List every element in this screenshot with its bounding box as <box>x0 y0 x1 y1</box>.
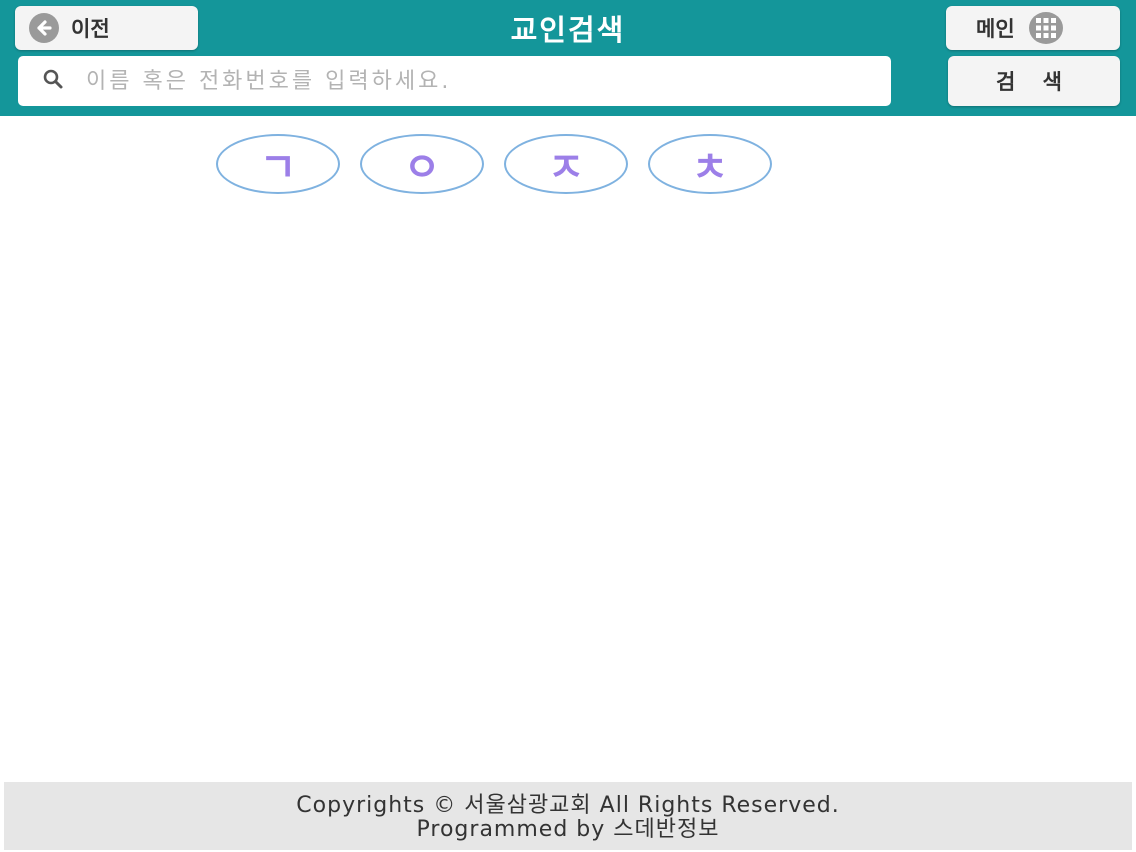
footer: Copyrights © 서울삼광교회 All Rights Reserved.… <box>4 782 1132 850</box>
consonant-button-ieung[interactable]: ㅇ <box>360 134 484 194</box>
consonant-button-jieut[interactable]: ㅈ <box>504 134 628 194</box>
search-icon <box>42 68 64 94</box>
consonant-filter: ㄱ ㅇ ㅈ ㅊ <box>216 134 772 194</box>
main-button[interactable]: 메인 <box>946 6 1120 50</box>
header: 이전 교인검색 메인 이름 혹은 전화번호를 입력하세요. 검 색 <box>0 0 1136 116</box>
copyright-text: Copyrights © 서울삼광교회 All Rights Reserved. <box>296 793 840 818</box>
grid-icon <box>1028 12 1063 44</box>
search-box <box>18 56 891 106</box>
search-button[interactable]: 검 색 <box>948 56 1120 106</box>
page-title: 교인검색 <box>510 13 626 47</box>
page: 이전 교인검색 메인 이름 혹은 전화번호를 입력하세요. 검 색 ㄱ ㅇ ㅈ … <box>0 0 1136 852</box>
main-button-label: 메인 <box>976 17 1015 41</box>
programmed-by-text: Programmed by 스데반정보 <box>416 817 720 842</box>
search-input[interactable] <box>84 60 891 102</box>
arrow-left-icon <box>29 13 59 43</box>
back-button[interactable]: 이전 <box>15 6 198 50</box>
back-button-label: 이전 <box>71 17 110 41</box>
consonant-button-giyeok[interactable]: ㄱ <box>216 134 340 194</box>
consonant-button-chieut[interactable]: ㅊ <box>648 134 772 194</box>
